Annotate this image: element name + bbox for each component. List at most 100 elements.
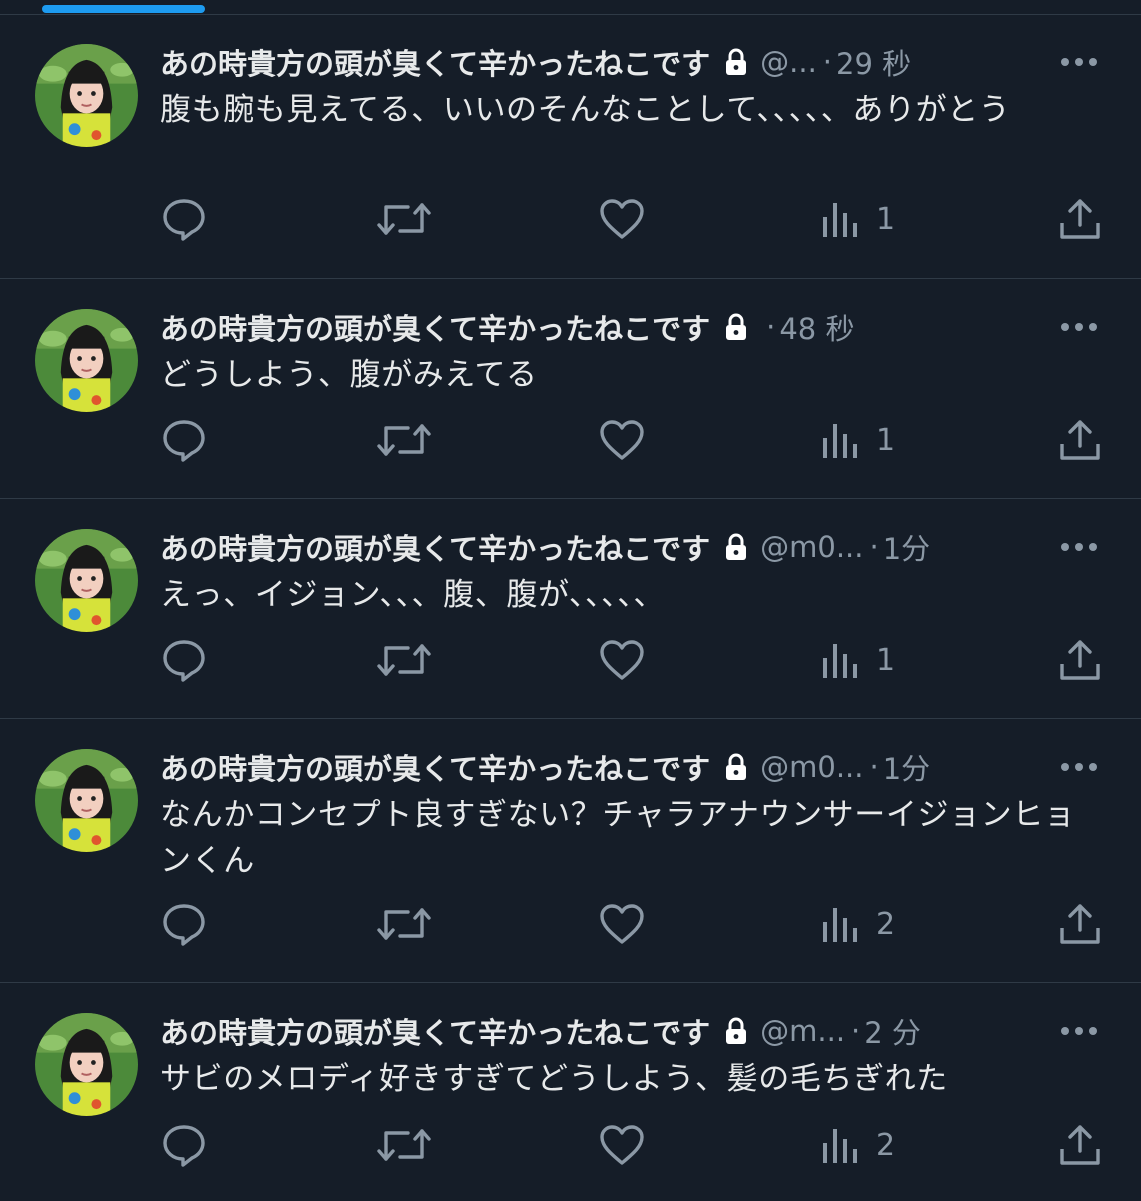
- like-icon: [598, 1123, 646, 1167]
- more-icon[interactable]: [1057, 315, 1101, 339]
- reply-icon: [160, 636, 208, 684]
- avatar[interactable]: [35, 529, 138, 632]
- avatar[interactable]: [35, 749, 138, 852]
- share-icon: [1056, 195, 1104, 243]
- views-count: 2: [876, 1127, 896, 1163]
- timestamp[interactable]: 29 秒: [836, 41, 911, 83]
- reply-icon: [160, 900, 208, 948]
- share-button[interactable]: [1056, 1117, 1104, 1173]
- avatar[interactable]: [35, 309, 138, 412]
- lock-icon: [722, 312, 750, 342]
- like-icon: [598, 197, 646, 241]
- tweet-actions: 1: [0, 412, 1141, 468]
- reply-button[interactable]: [160, 191, 208, 247]
- retweet-button[interactable]: [376, 632, 432, 688]
- display-name[interactable]: あの時貴方の頭が臭くて辛かったねこです: [160, 306, 710, 348]
- separator-dot: ·: [822, 45, 833, 79]
- tweet[interactable]: あの時貴方の頭が臭くて辛かったねこです @... · 29 秒 腹も腕も見えてる…: [0, 15, 1141, 279]
- timeline-feed: あの時貴方の頭が臭くて辛かったねこです @... · 29 秒 腹も腕も見えてる…: [0, 15, 1141, 1201]
- lock-icon: [722, 752, 750, 782]
- tweet[interactable]: あの時貴方の頭が臭くて辛かったねこです @m... · 2 分 サビのメロディ好…: [0, 983, 1141, 1201]
- reply-icon: [160, 1121, 208, 1169]
- views-button[interactable]: 1: [820, 412, 895, 468]
- like-button[interactable]: [598, 632, 646, 688]
- display-name[interactable]: あの時貴方の頭が臭くて辛かったねこです: [160, 526, 710, 568]
- separator-dot: ·: [766, 310, 776, 344]
- avatar[interactable]: [35, 1013, 138, 1116]
- timestamp[interactable]: 1分: [883, 746, 930, 788]
- tweet-text: サビのメロディ好きすぎてどうしよう、髪の毛ちぎれた: [160, 1061, 948, 1097]
- user-handle[interactable]: @m0...: [760, 530, 863, 564]
- tweet[interactable]: あの時貴方の頭が臭くて辛かったねこです @m0... · 1分 なんかコンセプト…: [0, 719, 1141, 983]
- reply-icon: [160, 416, 208, 464]
- views-button[interactable]: 2: [820, 896, 895, 952]
- share-button[interactable]: [1056, 412, 1104, 468]
- retweet-button[interactable]: [376, 412, 432, 468]
- tweet-header: あの時貴方の頭が臭くて辛かったねこです @... · 29 秒: [160, 42, 1001, 82]
- share-icon: [1056, 900, 1104, 948]
- share-button[interactable]: [1056, 191, 1104, 247]
- timestamp[interactable]: 1分: [883, 526, 930, 568]
- display-name[interactable]: あの時貴方の頭が臭くて辛かったねこです: [160, 746, 710, 788]
- lock-icon: [722, 1016, 750, 1046]
- retweet-icon: [376, 418, 432, 462]
- active-tab-indicator: [42, 5, 205, 13]
- like-button[interactable]: [598, 191, 646, 247]
- retweet-button[interactable]: [376, 896, 432, 952]
- tweet-text: 腹も腕も見えてる、いいのそんなことして、、、、、ありがとう: [160, 92, 1011, 128]
- like-icon: [598, 418, 646, 462]
- tweet-actions: 2: [0, 896, 1141, 952]
- like-button[interactable]: [598, 412, 646, 468]
- more-icon[interactable]: [1057, 50, 1101, 74]
- display-name[interactable]: あの時貴方の頭が臭くて辛かったねこです: [160, 41, 710, 83]
- user-handle[interactable]: @m0...: [760, 750, 863, 784]
- reply-button[interactable]: [160, 632, 208, 688]
- tweet-text: なんかコンセプト良すぎない？チャラアナウンサーイジョンヒョンくん: [160, 797, 1076, 879]
- views-button[interactable]: 1: [820, 191, 895, 247]
- reply-button[interactable]: [160, 412, 208, 468]
- reply-button[interactable]: [160, 1117, 208, 1173]
- reply-button[interactable]: [160, 896, 208, 952]
- like-button[interactable]: [598, 896, 646, 952]
- retweet-icon: [376, 638, 432, 682]
- share-button[interactable]: [1056, 896, 1104, 952]
- views-icon: [820, 638, 860, 682]
- views-icon: [820, 902, 860, 946]
- views-icon: [820, 418, 860, 462]
- separator-dot: ·: [869, 530, 879, 564]
- more-icon[interactable]: [1057, 755, 1101, 779]
- tweet-actions: 2: [0, 1117, 1141, 1173]
- more-icon[interactable]: [1057, 1019, 1101, 1043]
- views-count: 2: [876, 906, 896, 942]
- separator-dot: ·: [851, 1014, 861, 1048]
- share-icon: [1056, 1121, 1104, 1169]
- share-icon: [1056, 636, 1104, 684]
- user-handle[interactable]: @...: [760, 45, 817, 79]
- views-button[interactable]: 1: [820, 632, 895, 688]
- separator-dot: ·: [869, 750, 879, 784]
- tweet-text: えっ、イジョン、、、腹、腹が、、、、、: [160, 577, 665, 613]
- share-button[interactable]: [1056, 632, 1104, 688]
- reply-icon: [160, 195, 208, 243]
- views-count: 1: [876, 201, 896, 237]
- tweet[interactable]: あの時貴方の頭が臭くて辛かったねこです · 48 秒 どうしよう、腹がみえてる …: [0, 279, 1141, 499]
- views-icon: [820, 197, 860, 241]
- avatar[interactable]: [35, 44, 138, 147]
- tweet-actions: 1: [0, 191, 1141, 247]
- tweet[interactable]: あの時貴方の頭が臭くて辛かったねこです @m0... · 1分 えっ、イジョン、…: [0, 499, 1141, 719]
- views-icon: [820, 1123, 860, 1167]
- timestamp[interactable]: 48 秒: [779, 306, 854, 348]
- like-button[interactable]: [598, 1117, 646, 1173]
- display-name[interactable]: あの時貴方の頭が臭くて辛かったねこです: [160, 1010, 710, 1052]
- lock-icon: [722, 47, 750, 77]
- retweet-button[interactable]: [376, 191, 432, 247]
- retweet-button[interactable]: [376, 1117, 432, 1173]
- like-icon: [598, 638, 646, 682]
- retweet-icon: [376, 1123, 432, 1167]
- views-button[interactable]: 2: [820, 1117, 895, 1173]
- more-icon[interactable]: [1057, 535, 1101, 559]
- timestamp[interactable]: 2 分: [864, 1010, 921, 1052]
- user-handle[interactable]: @m...: [760, 1014, 845, 1048]
- share-icon: [1056, 416, 1104, 464]
- like-icon: [598, 902, 646, 946]
